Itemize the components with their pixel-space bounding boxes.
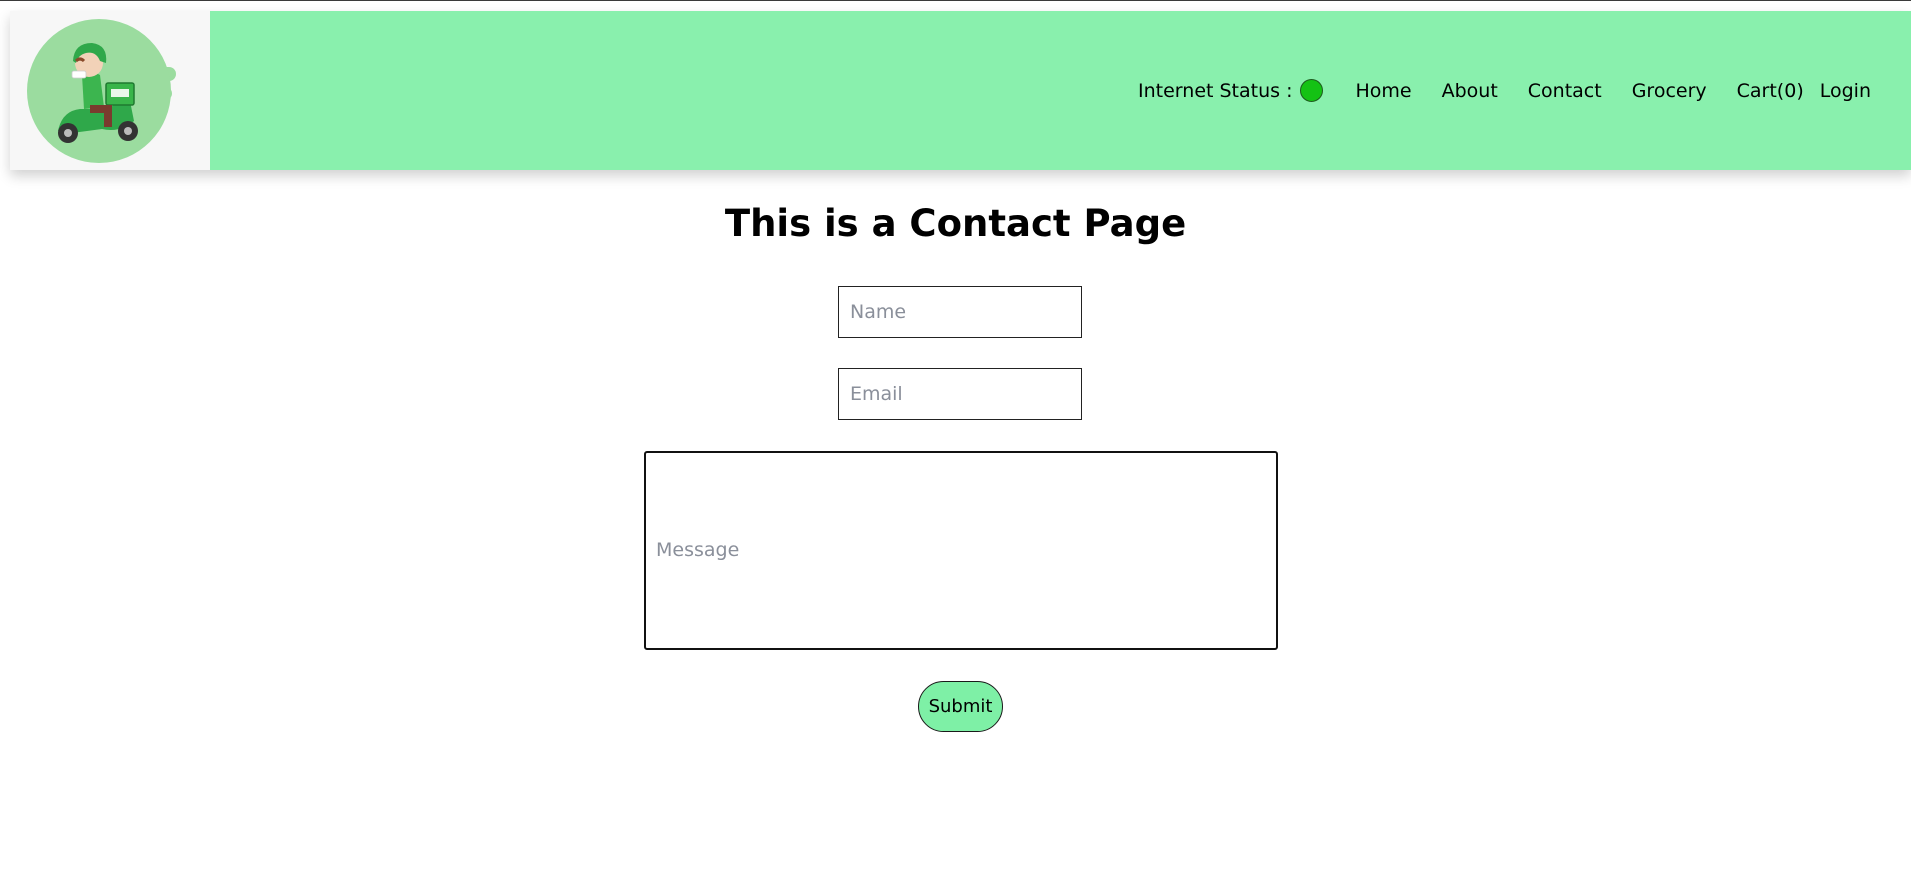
nav-link-home[interactable]: Home: [1355, 80, 1411, 102]
nav-link-contact[interactable]: Contact: [1528, 80, 1602, 102]
internet-status-label: Internet Status :: [1138, 79, 1293, 102]
nav-list: Internet Status : Home About Contact Gro…: [1138, 79, 1871, 102]
logo[interactable]: [10, 11, 210, 170]
delivery-scooter-logo-icon: [27, 19, 176, 163]
window-top-border: [0, 0, 1911, 1]
internet-status-indicator-icon: [1300, 79, 1324, 102]
nav-link-cart[interactable]: Cart(0): [1737, 80, 1804, 102]
submit-button[interactable]: Submit: [918, 681, 1003, 732]
page-title: This is a Contact Page: [724, 202, 1187, 245]
nav-link-grocery[interactable]: Grocery: [1632, 80, 1707, 102]
nav-link-about[interactable]: About: [1442, 80, 1498, 102]
message-field[interactable]: [644, 451, 1278, 650]
email-field[interactable]: [838, 368, 1082, 420]
internet-status: Internet Status :: [1138, 79, 1324, 102]
name-field[interactable]: [838, 286, 1082, 338]
nav-link-login[interactable]: Login: [1820, 80, 1871, 102]
site-header: Internet Status : Home About Contact Gro…: [10, 11, 1911, 170]
nav-bar: Internet Status : Home About Contact Gro…: [210, 11, 1911, 170]
